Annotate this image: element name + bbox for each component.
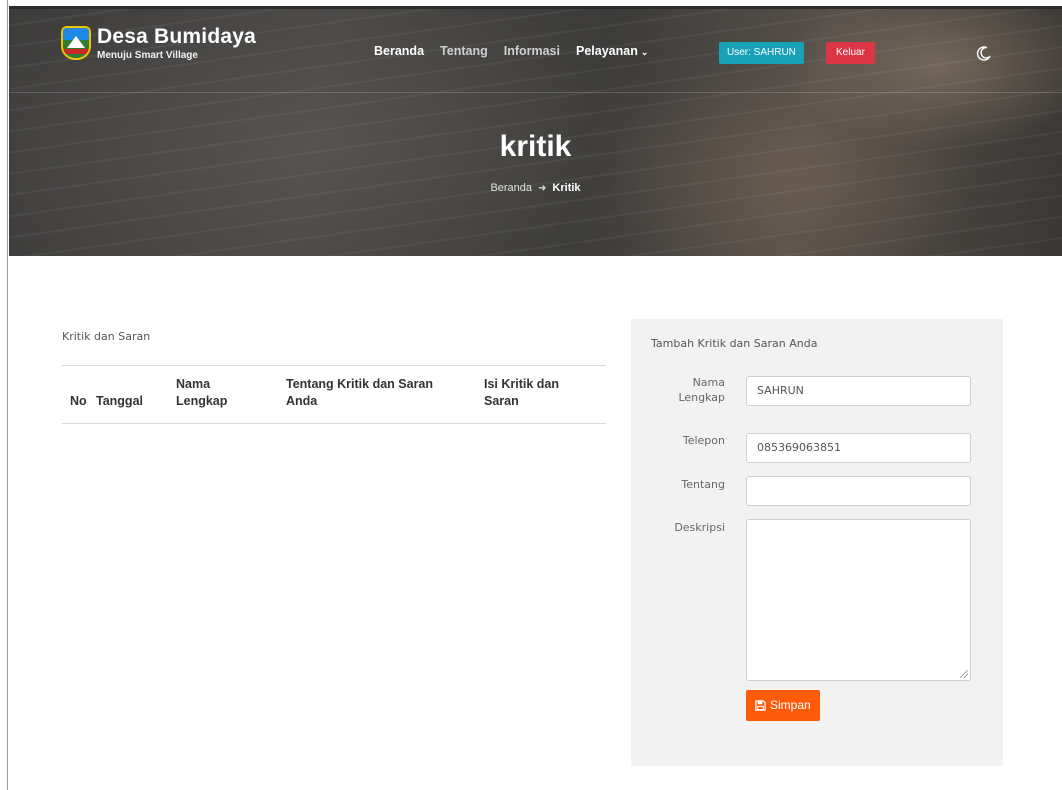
arrow-right-icon: ➜ bbox=[538, 183, 547, 194]
kritik-table-header: No Tanggal Nama Lengkap Tentang Kritik d… bbox=[62, 365, 606, 424]
header-divider bbox=[9, 92, 1062, 93]
breadcrumb-home[interactable]: Beranda bbox=[490, 182, 532, 194]
simpan-button[interactable]: Simpan bbox=[746, 690, 820, 721]
top-shade bbox=[9, 6, 1062, 9]
label-telepon: Telepon bbox=[682, 434, 725, 447]
form-title: Tambah Kritik dan Saran Anda bbox=[651, 337, 818, 350]
moon-icon[interactable] bbox=[973, 42, 995, 64]
nama-lengkap-input[interactable]: SAHRUN bbox=[746, 376, 971, 406]
main-nav: Beranda Tentang Informasi Pelayanan ⌄ bbox=[374, 44, 664, 58]
page: Desa Bumidaya Menuju Smart Village Beran… bbox=[0, 0, 1062, 790]
brand[interactable]: Desa Bumidaya Menuju Smart Village bbox=[61, 26, 256, 62]
breadcrumb-current: Kritik bbox=[552, 182, 581, 194]
hero-banner: Desa Bumidaya Menuju Smart Village Beran… bbox=[9, 6, 1062, 256]
nav-tentang[interactable]: Tentang bbox=[440, 44, 488, 58]
resize-handle-icon[interactable] bbox=[960, 670, 968, 678]
chevron-down-icon: ⌄ bbox=[640, 47, 649, 57]
village-logo-icon bbox=[61, 26, 91, 62]
deskripsi-textarea[interactable] bbox=[746, 519, 971, 681]
floppy-disk-icon bbox=[755, 700, 766, 711]
label-nama-lengkap: Nama Lengkap bbox=[678, 376, 725, 404]
brand-title: Desa Bumidaya bbox=[97, 25, 257, 48]
col-no: No bbox=[70, 394, 87, 408]
col-tanggal: Tanggal bbox=[96, 394, 143, 408]
tentang-input[interactable] bbox=[746, 476, 971, 506]
section-label: Kritik dan Saran bbox=[62, 330, 151, 343]
brand-subtitle: Menuju Smart Village bbox=[97, 50, 198, 61]
col-nama-lengkap: Nama Lengkap bbox=[176, 377, 228, 408]
window-edge bbox=[0, 0, 8, 790]
telepon-input[interactable]: 085369063851 bbox=[746, 433, 971, 463]
nav-pelayanan-label: Pelayanan bbox=[575, 44, 638, 58]
nav-informasi[interactable]: Informasi bbox=[504, 44, 560, 58]
label-deskripsi: Deskripsi bbox=[674, 521, 725, 534]
col-tentang: Tentang Kritik dan Saran Anda bbox=[286, 377, 434, 408]
nav-pelayanan[interactable]: Pelayanan ⌄ bbox=[576, 44, 648, 58]
simpan-label: Simpan bbox=[770, 698, 811, 712]
page-title: kritik bbox=[499, 130, 572, 163]
kritik-list-section: Kritik dan Saran No Tanggal Nama Lengkap… bbox=[62, 330, 606, 424]
breadcrumb: Beranda ➜ Kritik bbox=[9, 182, 1062, 194]
nav-beranda[interactable]: Beranda bbox=[374, 44, 424, 58]
col-isi: Isi Kritik dan Saran bbox=[484, 377, 560, 408]
kritik-form-panel: Tambah Kritik dan Saran Anda Nama Lengka… bbox=[631, 319, 1003, 766]
user-badge[interactable]: User: SAHRUN bbox=[719, 42, 804, 64]
logout-button[interactable]: Keluar bbox=[826, 42, 875, 64]
label-tentang: Tentang bbox=[681, 478, 725, 491]
